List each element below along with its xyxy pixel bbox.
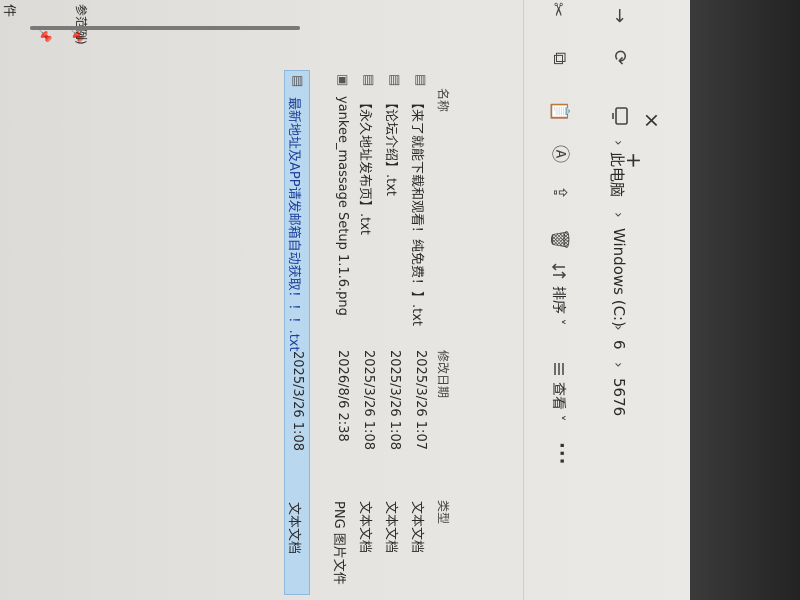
copy-icon[interactable]: ⧉ bbox=[549, 52, 570, 65]
delete-icon[interactable]: 🗑 bbox=[549, 228, 570, 251]
column-header-date[interactable]: 修改日期 bbox=[435, 350, 452, 398]
file-explorer-window: × + → ⟳ › 此电脑 › Windows (C:) › 6 › 5676 … bbox=[0, 0, 690, 600]
file-row-selected[interactable]: ▤ 最新地址及APP请发邮箱自动获取！！！.txt 2025/3/26 1:08… bbox=[284, 70, 310, 595]
file-name: yankee_massage Setup 1.1.6.png bbox=[335, 96, 350, 316]
file-type: 文本文档 bbox=[286, 502, 301, 555]
file-name: 最新地址及APP请发邮箱自动获取！！！.txt bbox=[286, 97, 301, 352]
file-type: 文本文档 bbox=[357, 501, 372, 554]
share-icon[interactable]: ⇪ bbox=[549, 185, 570, 200]
view-icon[interactable] bbox=[546, 360, 568, 378]
breadcrumb-separator: › bbox=[610, 212, 626, 218]
breadcrumb-drive-c[interactable]: Windows (C:) bbox=[610, 228, 628, 327]
paste-icon[interactable]: 📋 bbox=[549, 100, 570, 122]
cut-icon[interactable]: ✂ bbox=[547, 2, 568, 17]
sort-icon[interactable] bbox=[546, 262, 568, 280]
file-type: 文本文档 bbox=[409, 501, 424, 554]
view-button[interactable]: 查看 ˅ bbox=[549, 382, 569, 421]
nav-pane-item[interactable]: 参范例) bbox=[73, 4, 90, 45]
nav-pane-item[interactable]: 件 bbox=[1, 4, 20, 17]
file-row[interactable]: ▣ yankee_massage Setup 1.1.6.png 2026/8/… bbox=[328, 70, 354, 595]
pin-icon: 📌 bbox=[38, 28, 52, 43]
text-file-icon: ▤ bbox=[361, 74, 376, 87]
file-date: 2025/3/26 1:08 bbox=[361, 350, 376, 450]
file-name: 【论坛介绍】.txt bbox=[383, 96, 398, 197]
monitor-bezel bbox=[690, 0, 800, 600]
forward-icon[interactable]: → bbox=[609, 8, 630, 23]
breadcrumb-separator: › bbox=[610, 140, 626, 146]
file-type: 文本文档 bbox=[383, 501, 398, 554]
computer-icon[interactable] bbox=[606, 106, 630, 126]
refresh-icon[interactable]: ⟳ bbox=[609, 50, 630, 65]
file-date: 2026/8/6 2:38 bbox=[335, 350, 350, 442]
text-file-icon: ▤ bbox=[387, 74, 402, 87]
text-file-icon: ▤ bbox=[290, 75, 305, 88]
file-name: 【永久地址发布页】.txt bbox=[357, 96, 372, 236]
sort-button[interactable]: 排序 ˅ bbox=[549, 286, 569, 325]
breadcrumb-separator: › bbox=[610, 325, 626, 331]
image-file-icon: ▣ bbox=[335, 74, 350, 87]
close-tab-icon[interactable]: × bbox=[640, 112, 664, 129]
breadcrumb-folder-5676[interactable]: 5676 bbox=[610, 378, 628, 416]
tab-row bbox=[634, 0, 690, 600]
column-header-type[interactable]: 类型 bbox=[435, 500, 452, 524]
column-header-name[interactable]: 名称 bbox=[435, 88, 452, 112]
breadcrumb-separator: › bbox=[610, 362, 626, 368]
navigation-pane bbox=[0, 0, 90, 600]
rename-icon[interactable]: Ⓐ bbox=[549, 145, 570, 163]
breadcrumb-folder-6[interactable]: 6 bbox=[610, 340, 628, 350]
nav-pane-scrollbar[interactable] bbox=[30, 26, 300, 30]
file-row[interactable]: ▤ 【来了就能下载和观看！纯免费！】.txt 2025/3/26 1:07 文本… bbox=[406, 70, 432, 595]
file-row[interactable]: ▤ 【论坛介绍】.txt 2025/3/26 1:08 文本文档 bbox=[380, 70, 406, 595]
more-options-button[interactable]: ··· bbox=[551, 442, 572, 466]
file-date: 2025/3/26 1:08 bbox=[290, 351, 305, 451]
file-type: PNG 图片文件 bbox=[331, 501, 346, 585]
file-date: 2025/3/26 1:07 bbox=[413, 350, 428, 450]
breadcrumb-this-pc[interactable]: 此电脑 bbox=[607, 152, 628, 197]
photo-frame: × + → ⟳ › 此电脑 › Windows (C:) › 6 › 5676 … bbox=[0, 0, 800, 600]
file-name: 【来了就能下载和观看！纯免费！】.txt bbox=[409, 96, 424, 327]
file-date: 2025/3/26 1:08 bbox=[387, 350, 402, 450]
text-file-icon: ▤ bbox=[413, 74, 428, 87]
file-row[interactable]: ▤ 【永久地址发布页】.txt 2025/3/26 1:08 文本文档 bbox=[354, 70, 380, 595]
